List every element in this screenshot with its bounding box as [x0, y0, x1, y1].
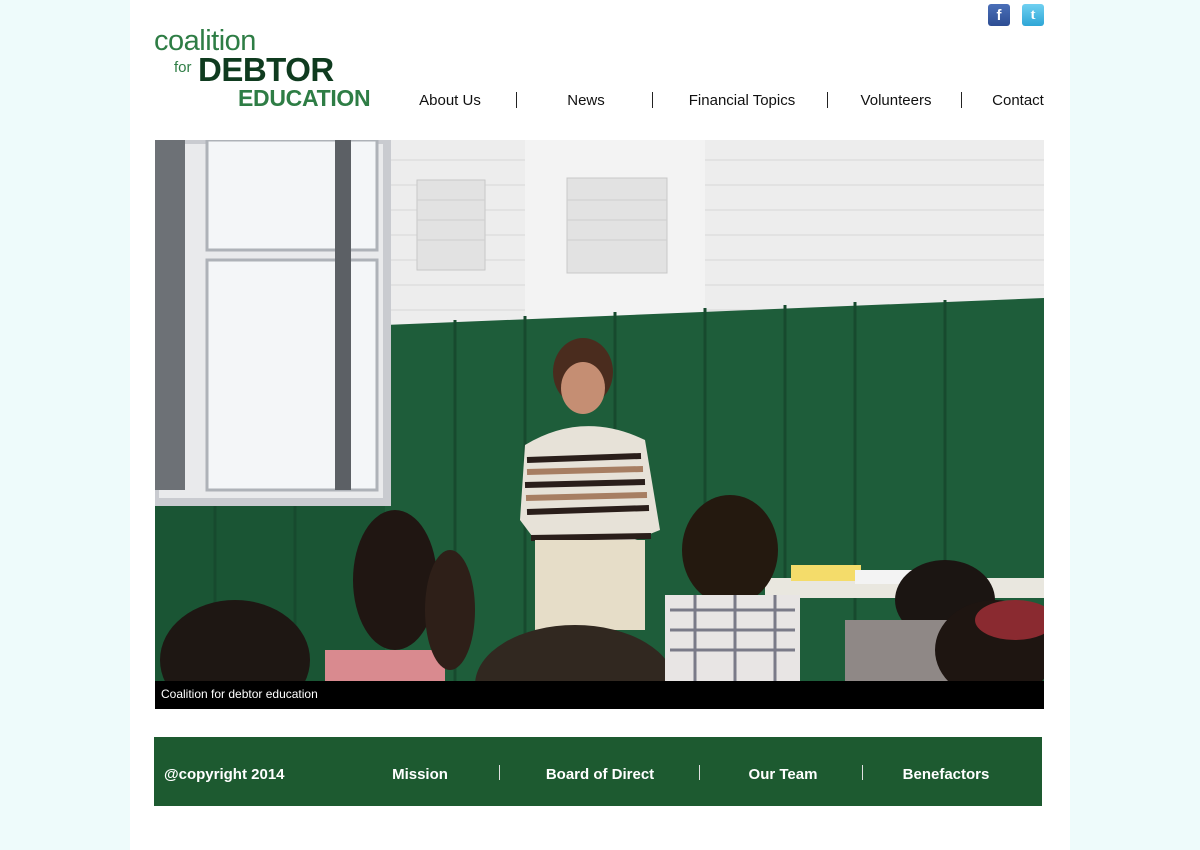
nav-item-contact[interactable]: Contact	[992, 92, 1044, 109]
footer-divider	[699, 765, 700, 780]
social-links: f t	[988, 4, 1044, 26]
copyright-text: @copyright 2014	[164, 766, 285, 783]
main-nav: About Us News Financial Topics Volunteer…	[380, 92, 1044, 112]
footer-divider	[862, 765, 863, 780]
footer-link-our-team[interactable]: Our Team	[749, 766, 818, 783]
nav-item-about-us[interactable]: About Us	[419, 92, 481, 109]
page-container: coalition for DEBTOR EDUCATION f t About…	[130, 0, 1070, 850]
nav-divider	[827, 92, 828, 108]
site-footer: @copyright 2014 Mission Board of Direct …	[154, 737, 1042, 806]
footer-link-board-of-direct[interactable]: Board of Direct	[546, 766, 654, 783]
site-logo[interactable]: coalition for DEBTOR EDUCATION	[154, 26, 384, 116]
nav-divider	[516, 92, 517, 108]
footer-link-benefactors[interactable]: Benefactors	[903, 766, 990, 783]
footer-divider	[499, 765, 500, 780]
footer-link-mission[interactable]: Mission	[392, 766, 448, 783]
nav-item-news[interactable]: News	[567, 92, 605, 109]
logo-line-education: EDUCATION	[238, 85, 371, 111]
logo-line-for: for	[174, 59, 192, 76]
nav-item-financial-topics[interactable]: Financial Topics	[689, 92, 795, 109]
slide-caption: Coalition for debtor education	[161, 687, 318, 701]
slide-caption-bar: Coalition for debtor education	[155, 681, 1044, 709]
hero-slideshow[interactable]: Coalition for debtor education	[155, 140, 1044, 709]
hero-photo	[155, 140, 1044, 709]
logo-line-debtor: DEBTOR	[198, 51, 334, 88]
nav-divider	[961, 92, 962, 108]
facebook-icon[interactable]: f	[988, 4, 1010, 26]
twitter-icon[interactable]: t	[1022, 4, 1044, 26]
nav-item-volunteers[interactable]: Volunteers	[861, 92, 932, 109]
nav-divider	[652, 92, 653, 108]
